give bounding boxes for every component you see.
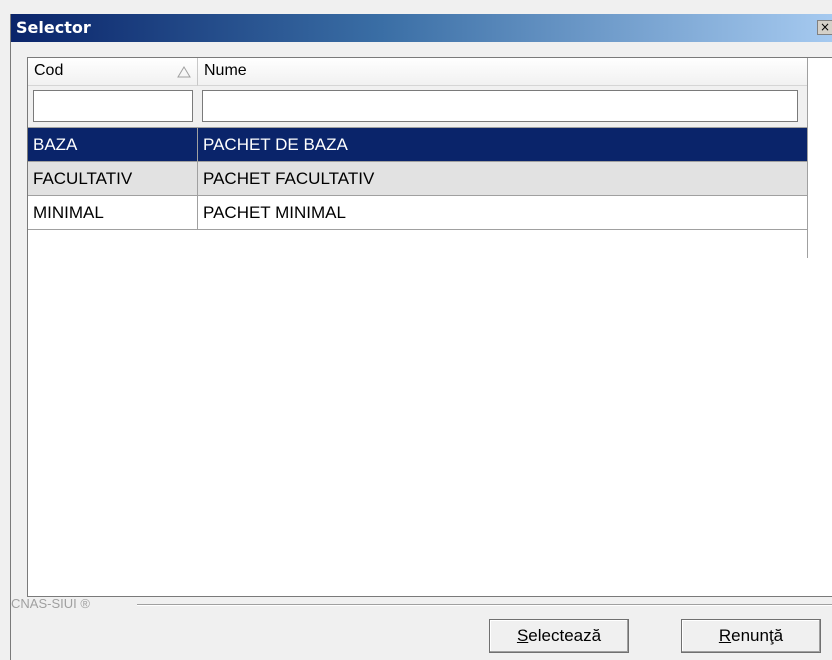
cell-nume: PACHET DE BAZA	[198, 128, 808, 162]
title-bar[interactable]: Selector ×	[11, 14, 832, 42]
column-header-nume[interactable]: Nume	[198, 58, 808, 86]
cell-cod: FACULTATIV	[28, 162, 198, 196]
column-header-cod-label: Cod	[34, 62, 64, 79]
column-header-nume-label: Nume	[204, 62, 247, 79]
footer-group: CNAS-SIUI ® Selectează Renunţă	[11, 595, 832, 660]
select-button[interactable]: Selectează	[489, 619, 629, 653]
cancel-button[interactable]: Renunţă	[681, 619, 821, 653]
dialog-title: Selector	[16, 18, 91, 37]
cell-nume: PACHET MINIMAL	[198, 196, 808, 230]
close-icon[interactable]: ×	[817, 20, 832, 35]
sort-ascending-icon	[177, 66, 191, 78]
selector-dialog: Selector × Cod Nume BAZA PACHET DE BAZA …	[10, 14, 832, 660]
table-row[interactable]: BAZA PACHET DE BAZA	[28, 128, 808, 162]
cancel-button-label: enunţă	[731, 626, 784, 645]
table-row[interactable]: FACULTATIV PACHET FACULTATIV	[28, 162, 808, 196]
cell-cod: BAZA	[28, 128, 198, 162]
cancel-button-accelerator: R	[718, 626, 732, 645]
nume-filter-input[interactable]	[202, 90, 798, 122]
column-header-cod[interactable]: Cod	[28, 58, 198, 86]
select-button-accelerator: S	[516, 626, 529, 645]
selection-grid: Cod Nume BAZA PACHET DE BAZA FACULTATIV …	[27, 57, 832, 597]
cell-nume: PACHET FACULTATIV	[198, 162, 808, 196]
table-row[interactable]: MINIMAL PACHET MINIMAL	[28, 196, 808, 230]
footer-divider	[137, 604, 832, 606]
cod-filter-input[interactable]	[33, 90, 193, 122]
filter-row	[28, 86, 808, 128]
cell-cod: MINIMAL	[28, 196, 198, 230]
grid-right-border	[807, 58, 808, 258]
select-button-label: electează	[528, 626, 602, 645]
copyright-label: CNAS-SIUI ®	[11, 596, 90, 611]
grid-header: Cod Nume	[28, 58, 808, 86]
